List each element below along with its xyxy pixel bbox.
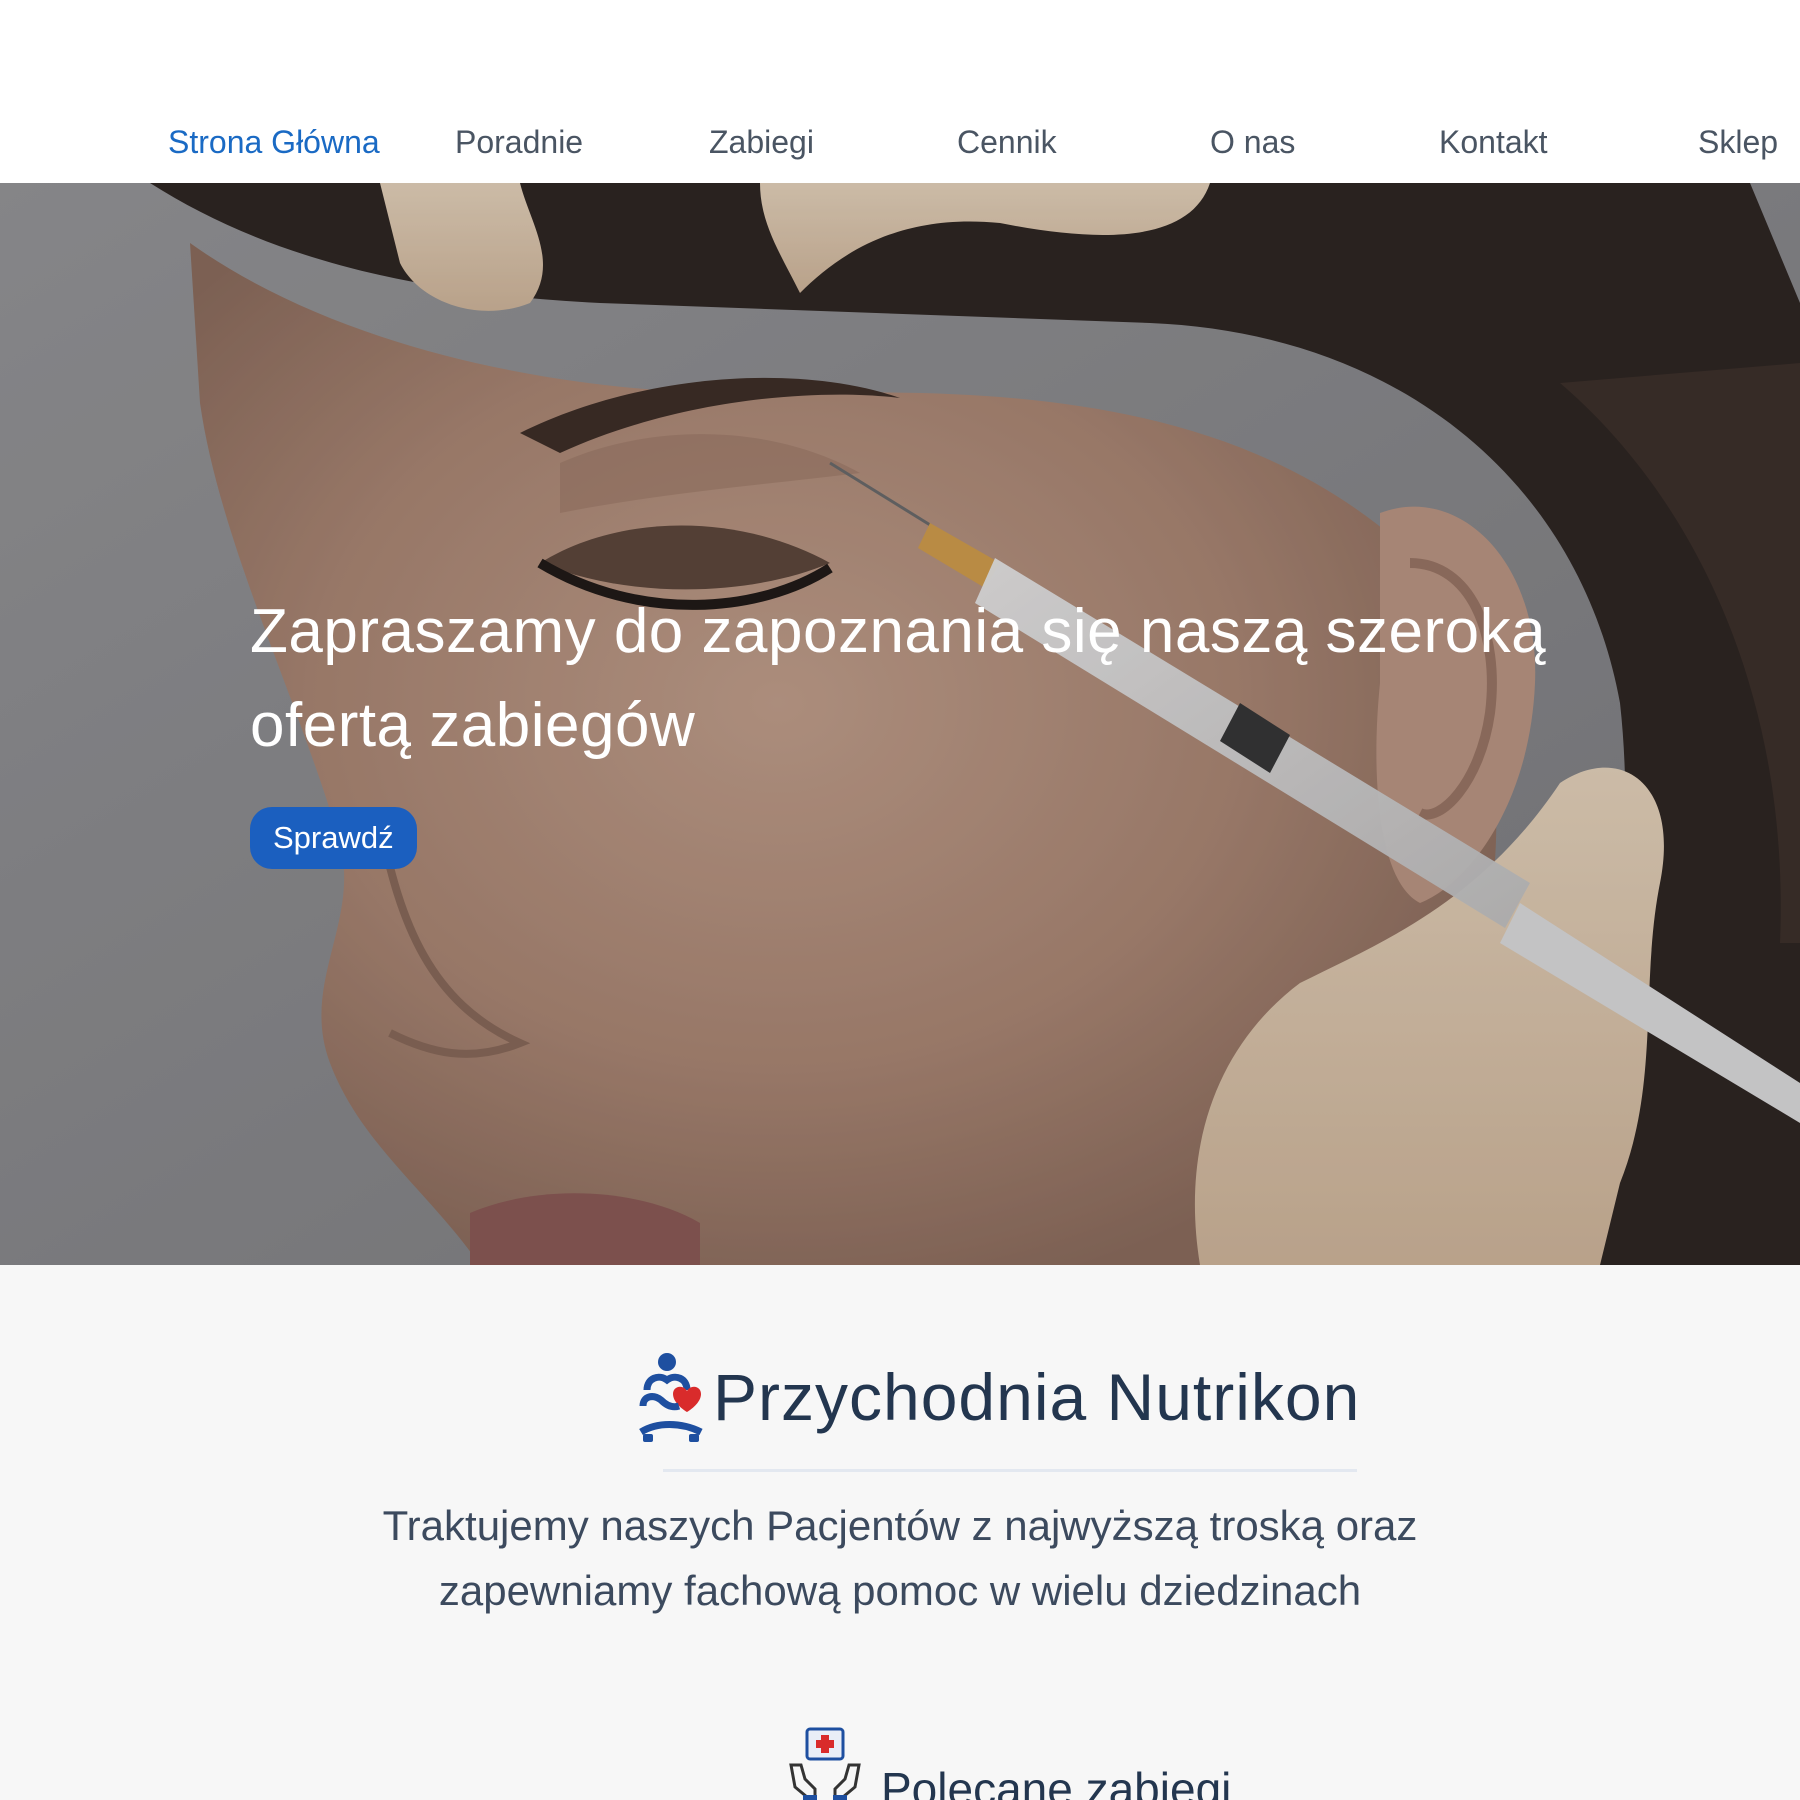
clinic-intro-section: Przychodnia Nutrikon Traktujemy naszych … (0, 1265, 1800, 1800)
meditating-figure-heart-logo-icon (639, 1353, 703, 1442)
check-offer-button[interactable]: Sprawdź (250, 807, 417, 869)
nav-item-poradnie[interactable]: Poradnie (455, 120, 583, 164)
nav-item-o-nas[interactable]: O nas (1210, 120, 1295, 164)
clinic-brand: Przychodnia Nutrikon (637, 1349, 1360, 1445)
hero-banner: Zapraszamy do zapoznania się naszą szero… (0, 183, 1800, 1265)
nav-item-kontakt[interactable]: Kontakt (1439, 120, 1548, 164)
hero-title: Zapraszamy do zapoznania się naszą szero… (250, 597, 1547, 760)
featured-treatments-title: Polecane zabiegi (881, 1763, 1232, 1800)
nav-item-cennik[interactable]: Cennik (957, 120, 1057, 164)
hands-medical-kit-icon (789, 1727, 861, 1800)
clinic-name: Przychodnia Nutrikon (713, 1360, 1361, 1434)
top-navigation: Strona Główna Poradnie Zabiegi Cennik O … (0, 0, 1800, 183)
nav-item-strona-glowna[interactable]: Strona Główna (168, 120, 380, 164)
page: Strona Główna Poradnie Zabiegi Cennik O … (0, 0, 1800, 1800)
nav-item-zabiegi[interactable]: Zabiegi (709, 120, 814, 164)
clinic-tagline: Traktujemy naszych Pacjentów z najwyższą… (382, 1502, 1418, 1614)
nav-item-sklep[interactable]: Sklep (1698, 120, 1778, 164)
featured-treatments-heading: Polecane zabiegi (787, 1707, 1231, 1800)
section-divider (663, 1469, 1357, 1472)
